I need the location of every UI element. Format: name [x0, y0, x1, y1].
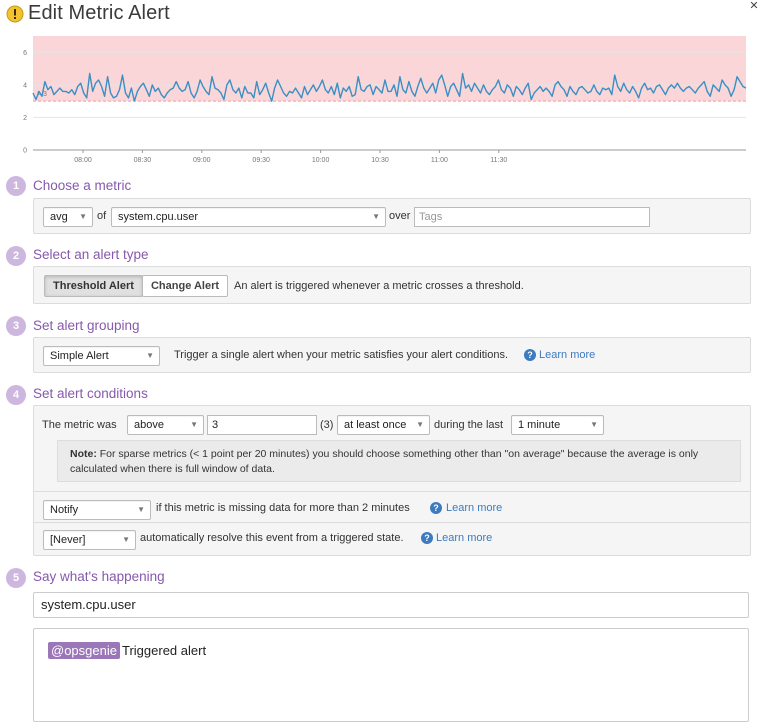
chevron-down-icon: ▼ [137, 505, 145, 514]
threshold-alert-button[interactable]: Threshold Alert [44, 275, 143, 297]
x-tick-label: 11:00 [431, 157, 448, 164]
missing-data-select[interactable]: Notify ▼ [43, 500, 151, 520]
change-alert-button[interactable]: Change Alert [142, 275, 228, 297]
help-icon: ? [430, 502, 442, 514]
aggregation-select[interactable]: avg ▼ [43, 207, 93, 227]
step-number-4: 4 [6, 385, 26, 405]
metric-preview-chart: 6420> 308:00 08:30 09:00 09:30 10:00 10:30 11:… [23, 36, 747, 164]
step-number-1: 1 [6, 176, 26, 196]
tags-input[interactable]: Tags [414, 207, 650, 227]
y-tick-label: 2 [23, 115, 27, 122]
note-line-1: Note: For sparse metrics (< 1 point per … [70, 447, 698, 462]
mention-tag: @opsgenie [48, 642, 120, 659]
note-bold: Note: [70, 448, 97, 460]
chevron-down-icon: ▼ [190, 420, 198, 429]
chevron-down-icon: ▼ [79, 212, 87, 221]
window-select[interactable]: 1 minute ▼ [511, 415, 604, 435]
choose-metric-panel: avg ▼ of system.cpu.user ▼ over Tags [33, 198, 751, 234]
x-tick-label: 11:30 [490, 157, 507, 164]
threshold-echo: (3) [320, 419, 334, 431]
chevron-down-icon: ▼ [122, 535, 130, 544]
x-tick-label: 09:00 [193, 157, 211, 164]
section-title-conditions: Set alert conditions [33, 386, 148, 401]
missing-data-text: if this metric is missing data for more … [156, 502, 410, 514]
aggregation-value: avg [50, 211, 68, 223]
y-tick-label: 0 [23, 148, 27, 155]
frequency-value: at least once [344, 419, 407, 431]
help-icon: ? [524, 349, 536, 361]
step-number-3: 3 [6, 316, 26, 336]
grouping-description: Trigger a single alert when your metric … [174, 349, 509, 361]
title-bar: Edit Metric Alert ✕ [0, 0, 758, 30]
section-title-grouping: Set alert grouping [33, 318, 140, 333]
comparator-select[interactable]: above ▼ [127, 415, 204, 435]
note-text-1: For sparse metrics (< 1 point per 20 min… [99, 448, 699, 460]
section-title-alert-type: Select an alert type [33, 247, 149, 262]
help-icon: ? [421, 532, 433, 544]
chevron-down-icon: ▼ [590, 420, 598, 429]
sparse-metrics-note: Note: For sparse metrics (< 1 point per … [57, 440, 741, 482]
message-body-textarea[interactable]: @opsgenie Triggered alert [33, 628, 749, 722]
metric-was-label: The metric was [42, 419, 117, 431]
auto-resolve-text: automatically resolve this event from a … [140, 532, 404, 544]
x-tick-label: 10:30 [371, 157, 389, 164]
step-number-5: 5 [6, 568, 26, 588]
x-tick-label: 08:00 [74, 157, 92, 164]
auto-resolve-value: [Never] [50, 534, 86, 546]
section-title-choose-metric: Choose a metric [33, 178, 132, 193]
x-tick-label: 08:30 [134, 157, 152, 164]
alert-type-description: An alert is triggered whenever a metric … [234, 280, 524, 292]
threshold-input[interactable]: 3 [207, 415, 317, 435]
frequency-select[interactable]: at least once ▼ [337, 415, 430, 435]
page-title: Edit Metric Alert [28, 2, 170, 24]
alert-type-panel: Threshold Alert Change Alert An alert is… [33, 266, 751, 304]
grouping-value: Simple Alert [50, 350, 109, 362]
note-line-2: calculated when there is full window of … [70, 463, 275, 475]
step-number-2: 2 [6, 246, 26, 266]
y-tick-label: 4 [23, 82, 27, 89]
chevron-down-icon: ▼ [146, 351, 154, 360]
grouping-select[interactable]: Simple Alert ▼ [43, 346, 160, 366]
metric-select[interactable]: system.cpu.user ▼ [111, 207, 386, 227]
warning-icon [6, 5, 24, 23]
x-tick-label: 09:30 [252, 157, 270, 164]
message-title-input[interactable]: system.cpu.user [33, 592, 749, 618]
divider [34, 491, 750, 492]
metric-value: system.cpu.user [118, 211, 199, 223]
comparator-value: above [134, 419, 164, 431]
section-title-message: Say what's happening [33, 569, 165, 584]
grouping-learn-more-link[interactable]: Learn more [539, 348, 595, 362]
y-tick-label: 6 [23, 50, 27, 57]
of-label: of [97, 210, 107, 222]
message-body-text: Triggered alert [122, 643, 207, 658]
chevron-down-icon: ▼ [416, 420, 424, 429]
missing-learn-more-link[interactable]: Learn more [446, 501, 502, 515]
grouping-panel: Simple Alert ▼ Trigger a single alert wh… [33, 337, 751, 373]
window-value: 1 minute [518, 419, 561, 431]
resolve-learn-more-link[interactable]: Learn more [436, 531, 492, 545]
close-icon[interactable]: ✕ [748, 0, 758, 12]
chevron-down-icon: ▼ [372, 212, 380, 221]
divider [34, 522, 750, 523]
auto-resolve-select[interactable]: [Never] ▼ [43, 530, 136, 550]
missing-data-value: Notify [50, 504, 79, 516]
over-label: over [389, 210, 411, 222]
x-tick-label: 10:00 [312, 157, 330, 164]
during-label: during the last [434, 419, 504, 431]
